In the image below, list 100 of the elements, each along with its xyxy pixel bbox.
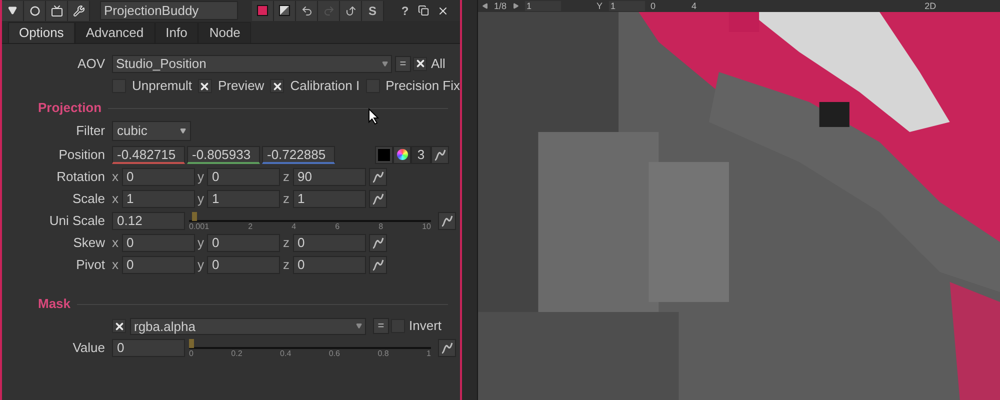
filter-dropdown[interactable]: cubic (112, 121, 191, 141)
axis-label: z (283, 256, 290, 274)
slider-min-label: 0 (650, 1, 656, 11)
tab[interactable]: Node (198, 22, 252, 43)
close-icon[interactable] (437, 4, 449, 16)
field-label: Filter (76, 122, 105, 140)
axis-label: z (283, 168, 290, 186)
curve-icon (441, 215, 453, 227)
field-label: Uni Scale (49, 212, 105, 230)
number-field[interactable]: -0.482715 (112, 146, 185, 164)
number-field[interactable]: 0 (292, 234, 366, 252)
slider-track[interactable] (189, 212, 431, 222)
axis-label: x (112, 234, 118, 252)
number-field[interactable]: 0 (207, 256, 280, 274)
tab[interactable]: Info (154, 22, 198, 43)
number-field[interactable]: -0.805933 (187, 146, 260, 164)
gamma-label: Y (596, 1, 603, 11)
color-wheel-icon[interactable] (393, 146, 411, 164)
tick-label: 10 (422, 222, 431, 230)
color-swatch[interactable] (252, 0, 274, 20)
number-field[interactable]: 1 (292, 190, 366, 208)
tick-label: 0 (189, 348, 194, 358)
field-label: Rotation (56, 168, 105, 186)
float-icon[interactable] (418, 5, 429, 16)
axis-label: z (283, 190, 290, 208)
number-field[interactable]: 0 (207, 168, 280, 186)
slider-handle[interactable] (189, 338, 194, 348)
number-field[interactable]: 0 (207, 234, 280, 252)
checkbox-label: All (431, 54, 446, 73)
checkbox-label: Calibration I (290, 77, 360, 96)
link-button[interactable]: = (395, 56, 411, 72)
checkbox-label: Precision Fix (386, 77, 460, 96)
curve-icon (372, 259, 384, 271)
number-field[interactable]: -0.722885 (262, 146, 335, 164)
node-name-field[interactable]: ProjectionBuddy (100, 1, 238, 20)
curve-icon (372, 171, 384, 183)
wrench-icon[interactable] (68, 0, 90, 20)
previous-icon[interactable] (482, 3, 488, 9)
axis-label: y (198, 168, 204, 186)
aov-dropdown[interactable]: Studio_Position (112, 54, 392, 72)
number-field[interactable]: 0 (122, 234, 194, 252)
field-label: Scale (72, 190, 105, 208)
half-swatch-icon[interactable] (274, 0, 296, 20)
color-swatch[interactable] (375, 146, 393, 164)
dropdown-arrow-icon (180, 128, 186, 134)
number-field[interactable]: 0 (122, 256, 194, 274)
checkbox-label: Unpremult (132, 77, 192, 96)
dropdown-arrow-icon (356, 323, 362, 329)
channel-count[interactable]: 3 (411, 146, 431, 164)
view-mode-dropdown[interactable]: 2D (922, 1, 938, 11)
stamp-button[interactable]: S (362, 0, 384, 20)
section-title: Mask (38, 295, 71, 314)
number-field[interactable]: 1 (207, 190, 280, 208)
tick-label: 8 (378, 222, 384, 230)
axis-label: x (112, 168, 118, 186)
number-field[interactable]: 1 (122, 190, 194, 208)
field-label: Position (58, 146, 105, 164)
axis-label: x (112, 190, 118, 208)
tab[interactable]: Advanced (74, 22, 155, 43)
undo-icon[interactable] (296, 0, 318, 20)
curve-icon (434, 148, 446, 160)
help-button[interactable]: ? (398, 2, 412, 20)
tick-label: 0.4 (280, 348, 292, 358)
collapse-icon[interactable] (2, 0, 24, 20)
curve-button[interactable] (431, 146, 449, 164)
checkbox[interactable] (413, 56, 427, 70)
checkbox-label: Preview (218, 77, 264, 96)
curve-button[interactable] (438, 339, 456, 357)
number-field[interactable]: 0 (292, 256, 366, 274)
curve-button[interactable] (368, 256, 386, 274)
dropdown-arrow-icon (382, 60, 388, 66)
slider-handle[interactable] (192, 212, 197, 220)
number-field[interactable]: 0 (122, 168, 194, 186)
number-field[interactable]: 90 (292, 168, 366, 186)
section-title: Projection (38, 99, 102, 118)
checkbox[interactable] (198, 79, 212, 93)
gamma-field[interactable]: 1 (608, 1, 645, 11)
channel-dropdown[interactable]: rgba.alpha (130, 318, 366, 334)
curve-button[interactable] (368, 190, 386, 208)
curve-button[interactable] (368, 168, 386, 186)
gain-field[interactable]: 1 (524, 1, 561, 11)
link-button[interactable]: = (373, 318, 389, 334)
axis-label: y (198, 190, 204, 208)
tick-label: 0.001 (189, 222, 210, 230)
tv-icon[interactable] (46, 0, 68, 20)
slider-max-label: 4 (692, 1, 697, 11)
curve-icon (372, 193, 384, 205)
curve-button[interactable] (368, 234, 386, 252)
checkbox[interactable] (270, 79, 284, 93)
checkbox[interactable] (112, 319, 126, 333)
curve-button[interactable] (438, 212, 456, 230)
number-field[interactable]: 0.12 (112, 212, 185, 230)
number-field[interactable]: 0 (112, 339, 185, 357)
slider-track[interactable] (189, 338, 431, 348)
tick-label: 0.8 (378, 348, 389, 358)
frame-label: 1/8 (494, 1, 507, 11)
next-icon[interactable] (512, 3, 519, 9)
tab[interactable]: Options (8, 22, 75, 43)
axis-label: y (198, 234, 204, 252)
revert-icon[interactable] (340, 0, 362, 20)
